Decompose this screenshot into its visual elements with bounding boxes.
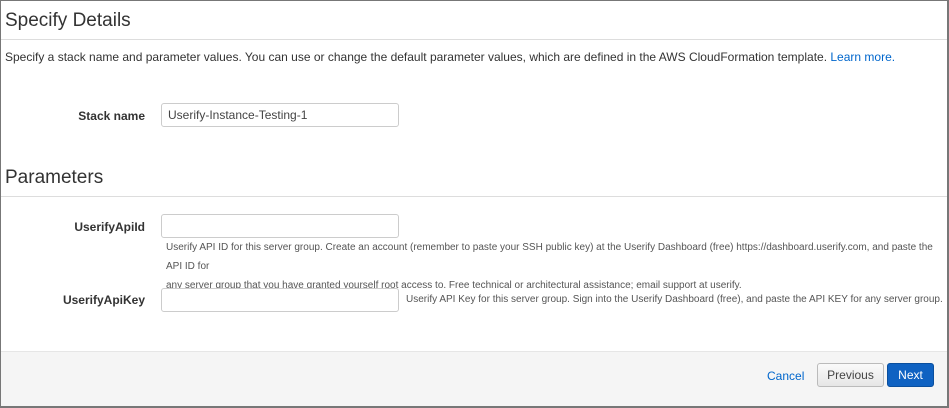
userify-api-key-label: UserifyApiKey	[62, 293, 145, 307]
divider	[1, 39, 947, 40]
userify-api-key-help: Userify API Key for this server group. S…	[406, 294, 943, 305]
stack-name-label: Stack name	[78, 109, 145, 123]
description-text: Specify a stack name and parameter value…	[5, 50, 831, 64]
userify-api-id-help: Userify API ID for this server group. Cr…	[166, 238, 949, 295]
help-line: Userify API ID for this server group. Cr…	[166, 242, 933, 272]
userify-api-id-input[interactable]	[161, 214, 399, 238]
learn-more-link[interactable]: Learn more.	[830, 50, 895, 64]
previous-button[interactable]: Previous	[817, 363, 884, 387]
divider	[1, 196, 947, 197]
wizard-footer	[1, 351, 947, 406]
section-title-specify-details: Specify Details	[5, 10, 131, 31]
cancel-link[interactable]: Cancel	[767, 369, 804, 383]
next-button[interactable]: Next	[887, 363, 934, 387]
stack-name-input[interactable]: Userify-Instance-Testing-1	[161, 103, 399, 127]
userify-api-id-label: UserifyApiId	[74, 220, 145, 234]
section-title-parameters: Parameters	[5, 167, 104, 188]
section-description: Specify a stack name and parameter value…	[5, 50, 895, 64]
userify-api-key-input[interactable]	[161, 288, 399, 312]
